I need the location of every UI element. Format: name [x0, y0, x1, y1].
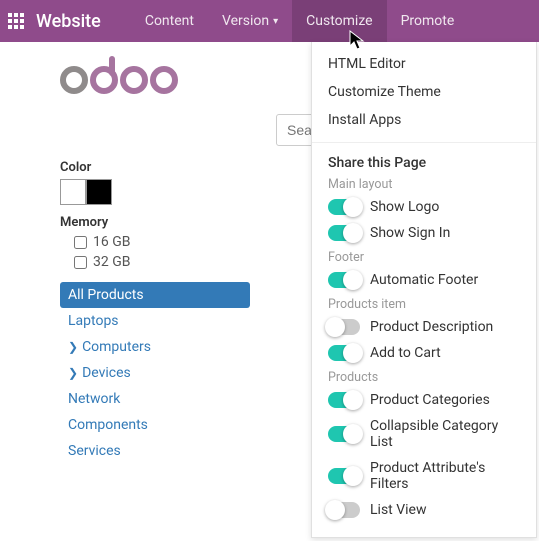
brand-title[interactable]: Website — [36, 11, 101, 32]
toggle-add-to-cart[interactable]: Add to Cart — [312, 340, 536, 366]
apps-grid-icon[interactable] — [8, 13, 24, 29]
divider — [312, 142, 536, 143]
dd-customize-theme[interactable]: Customize Theme — [312, 78, 536, 106]
caret-down-icon: ▾ — [273, 16, 278, 27]
toggle-switch[interactable] — [328, 392, 360, 408]
memory-option-16gb[interactable]: 16 GB — [74, 234, 250, 250]
toggle-switch[interactable] — [328, 199, 360, 215]
dd-install-apps[interactable]: Install Apps — [312, 106, 536, 134]
toggle-show-sign-in[interactable]: Show Sign In — [312, 220, 536, 246]
chevron-right-icon: ❯ — [68, 340, 78, 354]
nav-content[interactable]: Content — [131, 0, 208, 42]
toggle-switch[interactable] — [328, 426, 360, 442]
toggle-automatic-footer[interactable]: Automatic Footer — [312, 267, 536, 293]
category-computers[interactable]: ❯Computers — [60, 334, 250, 360]
navbar: Website Content Version▾ Customize Promo… — [0, 0, 539, 42]
toggle-list-view[interactable]: List View — [312, 497, 536, 523]
dd-group-footer: Footer — [312, 246, 536, 267]
customize-dropdown: HTML Editor Customize Theme Install Apps… — [311, 42, 537, 538]
category-all-products[interactable]: All Products — [60, 282, 250, 308]
toggle-product-description[interactable]: Product Description — [312, 314, 536, 340]
memory-option-32gb[interactable]: 32 GB — [74, 254, 250, 270]
dd-share-heading: Share this Page — [312, 151, 536, 173]
memory-filter-label: Memory — [60, 215, 250, 230]
toggle-show-logo[interactable]: Show Logo — [312, 194, 536, 220]
category-services[interactable]: Services — [60, 438, 250, 464]
categories-list: All Products Laptops ❯Computers ❯Devices… — [60, 282, 250, 464]
toggle-collapsible-category-list[interactable]: Collapsible Category List — [312, 413, 536, 455]
category-devices[interactable]: ❯Devices — [60, 360, 250, 386]
toggle-switch[interactable] — [328, 345, 360, 361]
dd-group-main-layout: Main layout — [312, 173, 536, 194]
color-filter-label: Color — [60, 160, 250, 175]
toggle-switch[interactable] — [328, 319, 360, 335]
category-network[interactable]: Network — [60, 386, 250, 412]
search-row — [60, 114, 336, 146]
color-swatch-white[interactable] — [60, 179, 86, 205]
nav-promote[interactable]: Promote — [387, 0, 469, 42]
odoo-logo[interactable] — [60, 56, 336, 96]
toggle-switch[interactable] — [328, 502, 360, 518]
checkbox[interactable] — [74, 236, 87, 249]
dd-html-editor[interactable]: HTML Editor — [312, 50, 536, 78]
toggle-product-categories[interactable]: Product Categories — [312, 387, 536, 413]
filters-panel: Color Memory 16 GB 32 GB — [60, 160, 250, 270]
toggle-switch[interactable] — [328, 468, 360, 484]
toggle-product-attribute-filters[interactable]: Product Attribute's Filters — [312, 455, 536, 497]
color-swatch-black[interactable] — [86, 179, 112, 205]
category-laptops[interactable]: Laptops — [60, 308, 250, 334]
toggle-switch[interactable] — [328, 272, 360, 288]
dd-group-products: Products — [312, 366, 536, 387]
chevron-right-icon: ❯ — [68, 366, 78, 380]
category-components[interactable]: Components — [60, 412, 250, 438]
checkbox[interactable] — [74, 256, 87, 269]
toggle-switch[interactable] — [328, 225, 360, 241]
nav-version[interactable]: Version▾ — [208, 0, 292, 42]
dd-group-products-item: Products item — [312, 293, 536, 314]
nav-customize[interactable]: Customize — [292, 0, 386, 42]
